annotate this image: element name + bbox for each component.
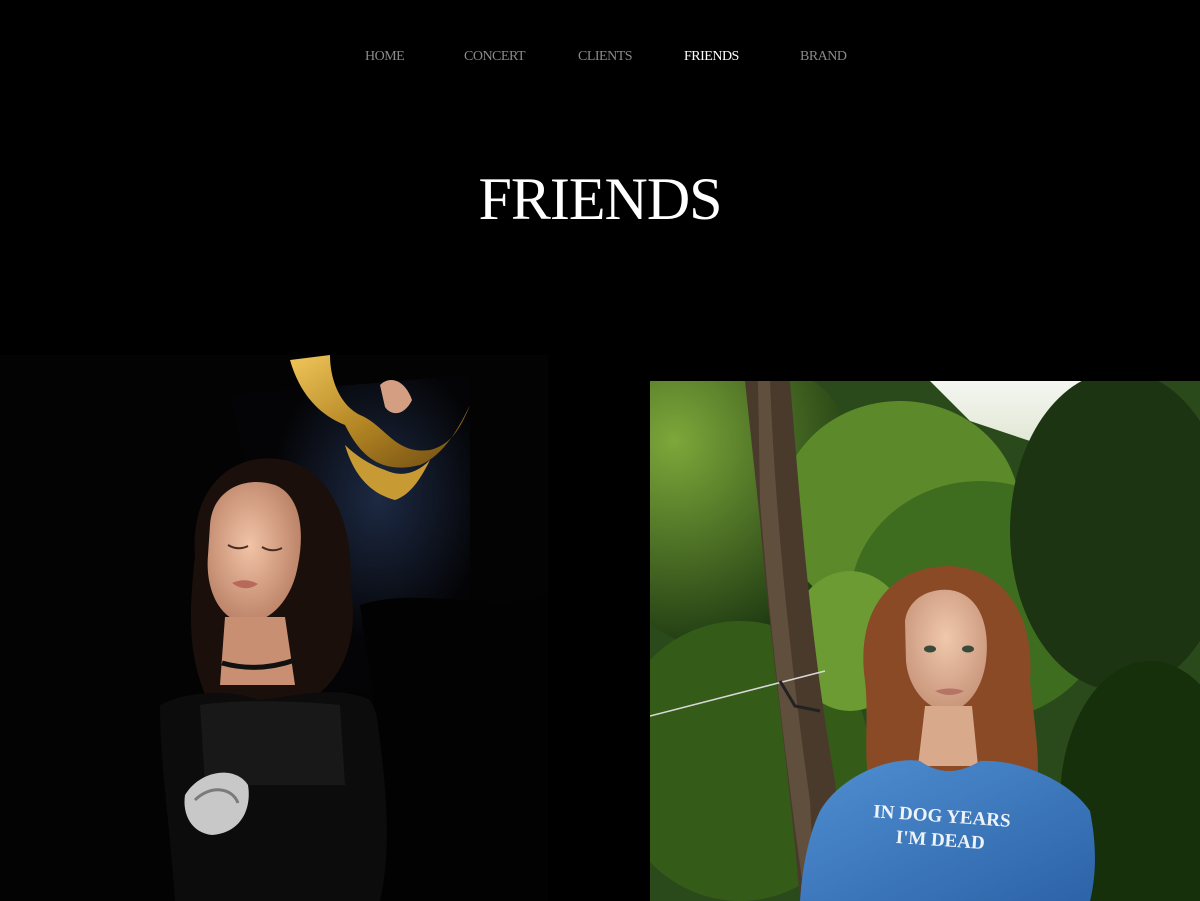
page-title: FRIENDS xyxy=(478,166,722,232)
dark-portrait-image xyxy=(0,355,548,901)
nav-link-brand[interactable]: BRAND xyxy=(800,46,847,68)
nav-link-friends[interactable]: FRIENDS xyxy=(684,46,739,68)
gallery-photo-dark-portrait[interactable] xyxy=(0,355,548,901)
nav-link-clients[interactable]: CLIENTS xyxy=(578,46,633,68)
gallery-photo-forest-portrait[interactable]: IN DOG YEARS I'M DEAD xyxy=(650,381,1200,901)
main-nav: HOME CONCERT CLIENTS FRIENDS BRAND xyxy=(0,46,1200,68)
nav-link-concert[interactable]: CONCERT xyxy=(464,46,526,68)
nav-link-home[interactable]: HOME xyxy=(365,46,405,68)
